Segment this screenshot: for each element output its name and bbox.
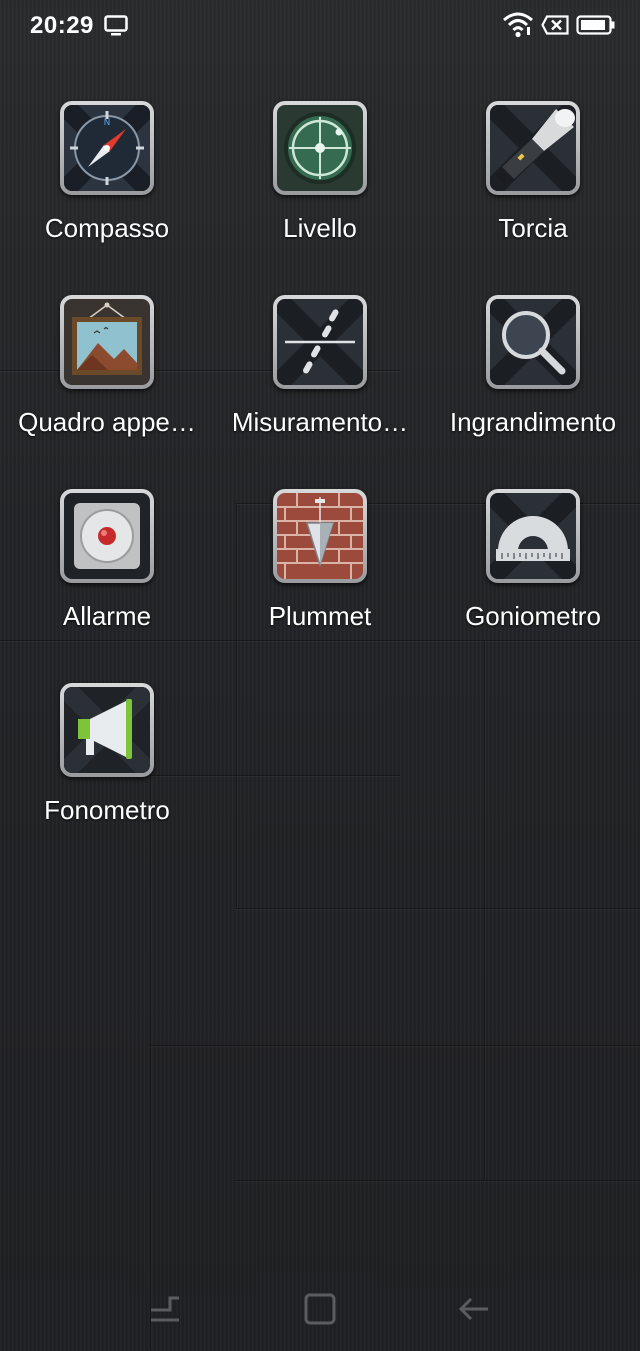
app-label: Compasso: [44, 213, 170, 243]
app-protractor[interactable]: Goniometro: [426, 489, 640, 632]
megaphone-icon: [64, 687, 150, 773]
app-label: Livello: [283, 213, 357, 243]
app-label: Misuramento…: [231, 407, 409, 437]
app-label: Ingrandimento: [449, 407, 617, 437]
app-label: Goniometro: [465, 601, 601, 631]
measure-icon: [277, 299, 363, 385]
status-clock: 20:29: [30, 12, 94, 39]
flashlight-icon: [490, 105, 576, 191]
plumb-bob-icon: [277, 493, 363, 579]
panel-seam: [0, 640, 640, 641]
back-button[interactable]: [457, 1292, 491, 1326]
level-icon: [277, 105, 363, 191]
app-plumb-bob[interactable]: Plummet: [213, 489, 427, 632]
app-level[interactable]: Livello: [213, 101, 427, 244]
app-magnifier[interactable]: Ingrandimento: [426, 295, 640, 438]
panel-seam: [484, 640, 485, 1180]
app-label: Fonometro: [44, 795, 170, 825]
protractor-icon: [490, 493, 576, 579]
tv-icon: [104, 15, 128, 36]
status-bar: 20:29: [0, 0, 640, 50]
home-button[interactable]: [303, 1292, 337, 1326]
app-alarm[interactable]: Allarme: [0, 489, 214, 632]
compass-icon: N: [64, 105, 150, 191]
app-label: Quadro appe…: [18, 407, 196, 437]
app-measure[interactable]: Misuramento…: [213, 295, 427, 438]
no-sim-icon: [541, 15, 569, 35]
app-sound-meter[interactable]: Fonometro: [0, 683, 214, 826]
app-flashlight[interactable]: Torcia: [426, 101, 640, 244]
wifi-icon: [503, 12, 533, 38]
panel-seam: [150, 775, 151, 1350]
panel-seam: [150, 1045, 640, 1046]
app-label: Torcia: [498, 213, 568, 243]
panel-seam: [236, 908, 640, 909]
app-label: Plummet: [268, 601, 372, 631]
svg-text:N: N: [104, 118, 111, 128]
app-picture-frame[interactable]: Quadro appe…: [0, 295, 214, 438]
recents-button[interactable]: [148, 1292, 182, 1326]
app-label: Allarme: [62, 601, 152, 631]
panel-seam: [236, 1180, 640, 1181]
battery-icon: [576, 15, 615, 35]
magnifier-icon: [490, 299, 576, 385]
navigation-bar: [0, 1270, 640, 1350]
picture-frame-icon: [64, 299, 150, 385]
app-compass[interactable]: N Compasso: [0, 101, 214, 244]
alarm-icon: [64, 493, 150, 579]
